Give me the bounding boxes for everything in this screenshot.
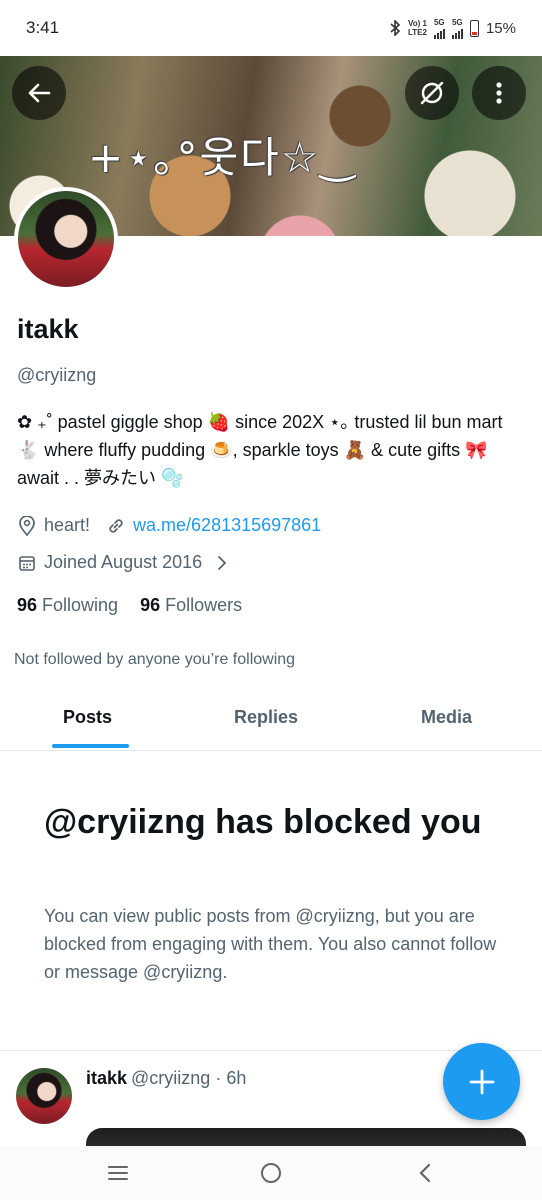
more-options-button[interactable] — [472, 66, 526, 120]
followers-stat[interactable]: 96 Followers — [140, 595, 242, 616]
chevron-left-icon — [419, 1163, 431, 1183]
signal-bars-icon — [433, 27, 445, 39]
blocked-title: @cryiizng has blocked you — [44, 803, 482, 841]
system-navigation-bar — [0, 1146, 542, 1200]
link-icon — [106, 516, 126, 536]
profile-joined-row[interactable]: Joined August 2016 — [17, 552, 239, 573]
status-icons: Vo) 1 LTE2 5G 5G 15% — [389, 18, 516, 39]
signal-bars-icon — [451, 27, 463, 39]
follow-stats: 96 Following 96 Followers — [17, 595, 242, 616]
banner-text: +⋆｡°웃다☆‿ — [88, 133, 357, 182]
profile-bio: ✿ ₊˚ pastel giggle shop 🍓 since 202X ⋆｡ … — [17, 412, 503, 488]
blocked-description: You can view public posts from @cryiizng… — [44, 906, 497, 982]
chevron-right-icon — [212, 553, 232, 573]
battery-percent: 15% — [485, 19, 516, 37]
more-vertical-icon — [496, 82, 502, 104]
tab-posts[interactable]: Posts — [63, 707, 112, 728]
status-time: 3:41 — [26, 18, 60, 37]
followers-count: 96 — [140, 595, 161, 615]
volte-indicator: Vo) 1 LTE2 — [408, 19, 427, 37]
system-back-button[interactable] — [410, 1158, 440, 1188]
grok-icon — [420, 81, 444, 105]
post-handle-time: @cryiizng · 6h — [131, 1068, 247, 1088]
home-circle-icon — [261, 1163, 281, 1183]
back-button[interactable] — [12, 66, 66, 120]
post-avatar[interactable] — [16, 1068, 72, 1124]
battery-icon — [469, 19, 479, 37]
menu-lines-icon — [108, 1166, 128, 1180]
profile-tabs: Posts Replies Media — [0, 693, 542, 751]
calendar-icon — [17, 553, 37, 573]
profile-website-link[interactable]: wa.me/6281315697861 — [133, 515, 321, 536]
status-bar: 3:41 Vo) 1 LTE2 5G 5G 15% — [0, 0, 542, 56]
grok-button[interactable] — [405, 66, 459, 120]
home-button[interactable] — [256, 1158, 286, 1188]
post-author-name[interactable]: itakk — [86, 1068, 127, 1088]
tab-replies[interactable]: Replies — [234, 707, 298, 728]
following-stat[interactable]: 96 Following — [17, 595, 118, 616]
recent-apps-button[interactable] — [103, 1158, 133, 1188]
profile-meta-location-website: heart! wa.me/6281315697861 — [17, 515, 321, 536]
profile-location: heart! — [44, 515, 91, 535]
profile-name: itakk — [17, 314, 79, 344]
following-count: 96 — [17, 595, 38, 615]
bluetooth-icon — [390, 20, 401, 36]
followers-label: Followers — [165, 595, 243, 615]
signal-1: 5G — [433, 18, 445, 39]
active-tab-indicator — [52, 744, 129, 748]
arrow-left-icon — [28, 83, 51, 103]
profile-joined-date: Joined August 2016 — [44, 552, 203, 572]
not-followed-note: Not followed by anyone you’re following — [14, 651, 296, 668]
plus-icon — [469, 1069, 494, 1094]
compose-button[interactable] — [443, 1043, 520, 1120]
signal-2: 5G — [451, 18, 463, 39]
profile-avatar[interactable] — [14, 187, 118, 291]
following-label: Following — [42, 595, 119, 615]
tab-media[interactable]: Media — [421, 707, 472, 728]
location-pin-icon — [17, 515, 37, 536]
profile-handle: @cryiizng — [17, 365, 97, 385]
post-header: itakk @cryiizng · 6h — [86, 1068, 246, 1089]
